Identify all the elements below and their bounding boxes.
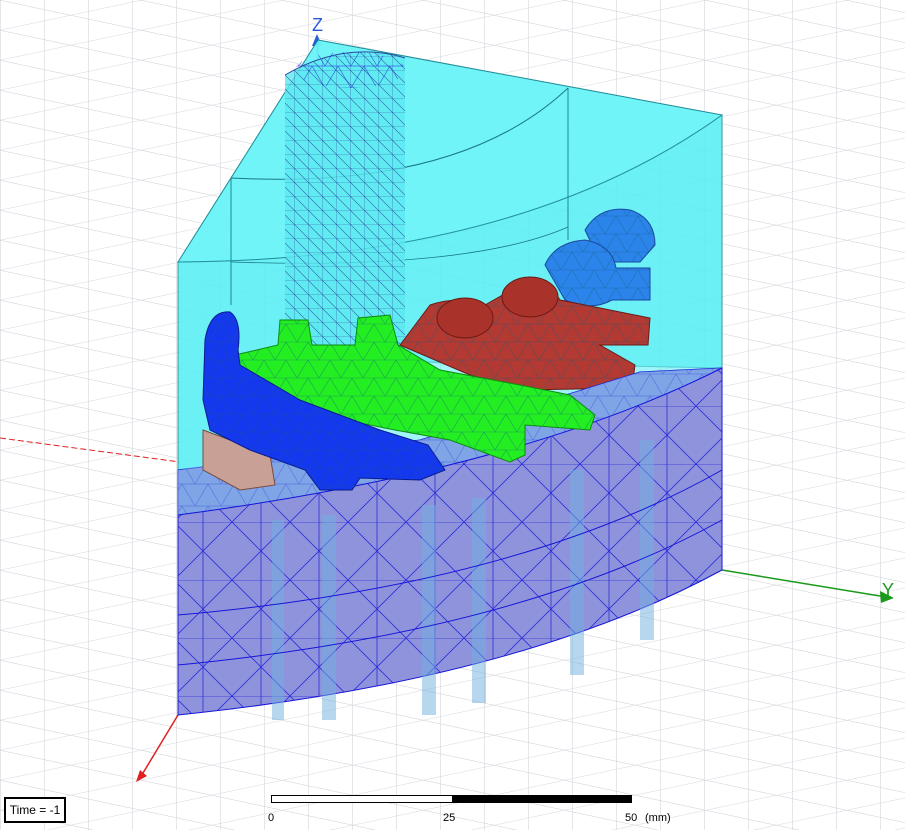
z-axis-label: Z [312,15,323,35]
scale-bar [271,795,632,803]
scale-tick-50: 50 [625,812,638,824]
time-indicator: Time = -1 [4,797,66,823]
scale-tick-25: 25 [443,812,456,824]
scale-tick-0: 0 [268,812,275,824]
3d-viewport[interactable]: Y Z [0,0,905,830]
scale-unit: (mm) [645,812,671,824]
y-axis-label: Y [882,580,894,600]
scale-bar-filled-segment [452,796,632,802]
